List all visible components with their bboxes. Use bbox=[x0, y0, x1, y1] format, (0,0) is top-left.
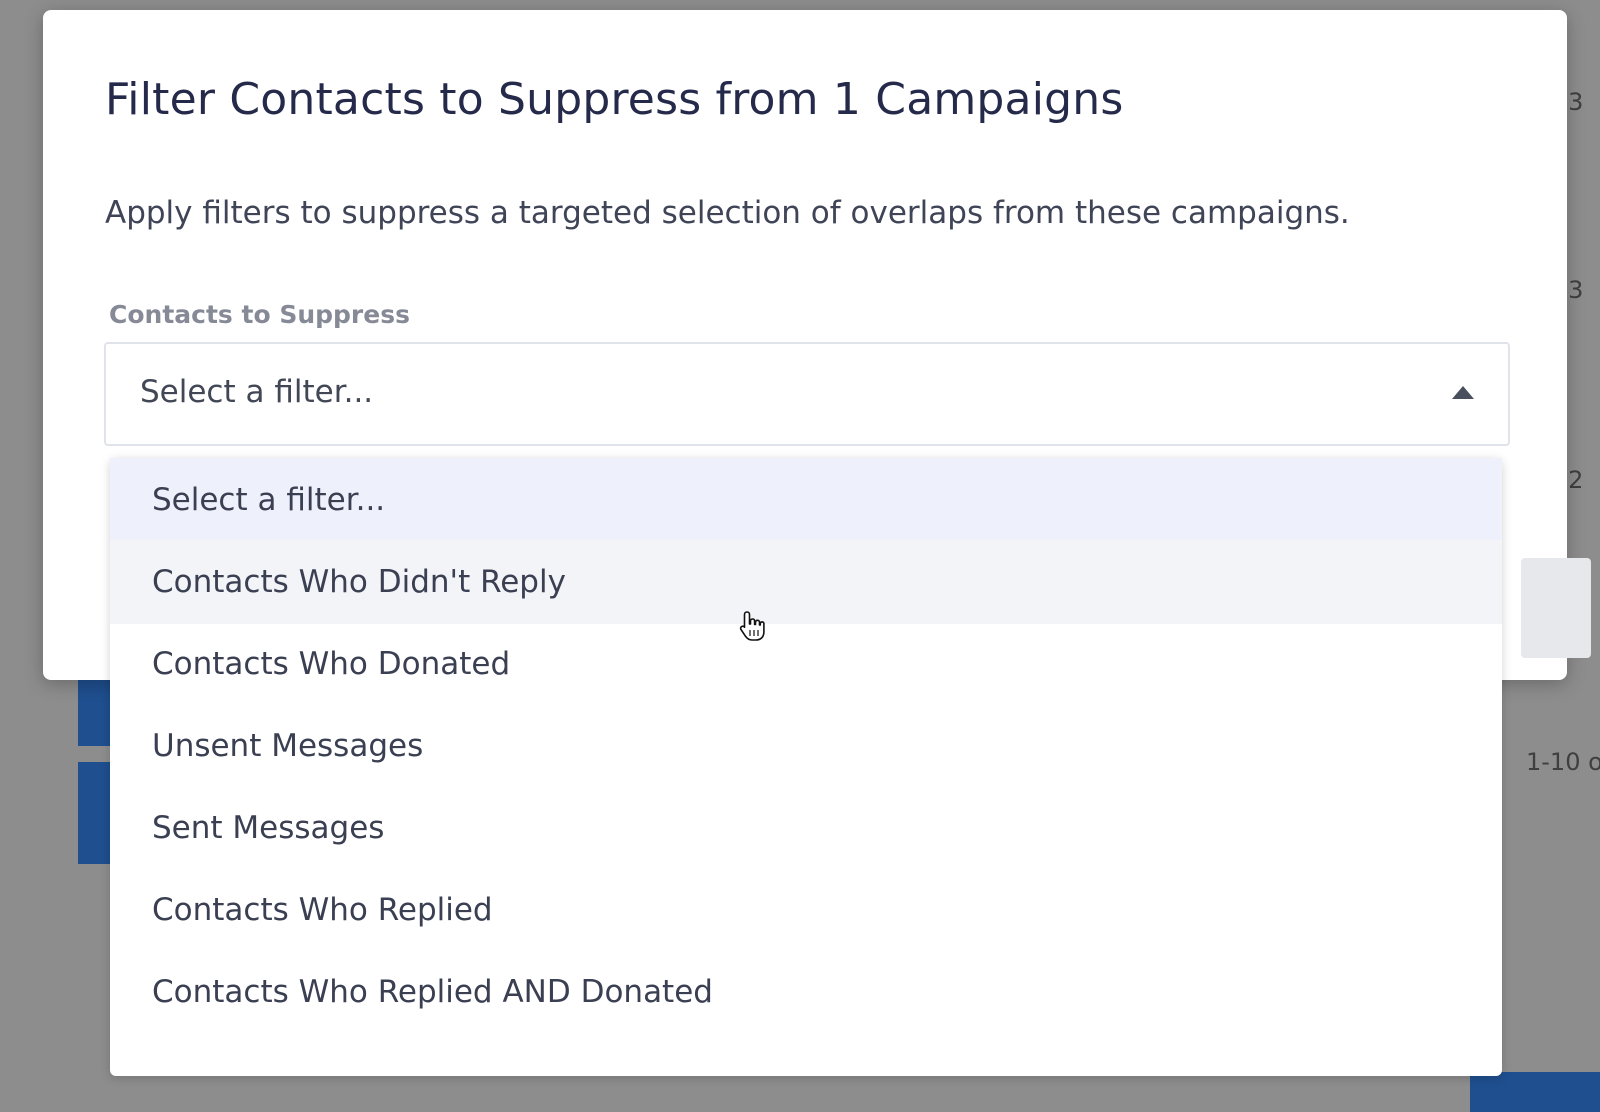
contacts-to-suppress-label: Contacts to Suppress bbox=[109, 300, 410, 329]
dropdown-option-sent-messages[interactable]: Sent Messages bbox=[110, 786, 1502, 870]
filter-select[interactable]: Select a filter... bbox=[104, 342, 1510, 446]
dropdown-option-select-a-filter[interactable]: Select a filter... bbox=[110, 458, 1502, 542]
caret-up-icon bbox=[1452, 386, 1474, 399]
filter-select-value: Select a filter... bbox=[140, 374, 374, 410]
background-pager-text: 1-10 o bbox=[1526, 748, 1600, 776]
modal-footer-button[interactable] bbox=[1521, 558, 1591, 658]
hand-pointer-cursor-icon bbox=[739, 611, 765, 641]
dropdown-option-contacts-who-replied[interactable]: Contacts Who Replied bbox=[110, 868, 1502, 952]
modal-description: Apply filters to suppress a targeted sel… bbox=[105, 195, 1350, 231]
dropdown-option-contacts-who-donated[interactable]: Contacts Who Donated bbox=[110, 622, 1502, 706]
dropdown-option-contacts-who-replied-and-donated[interactable]: Contacts Who Replied AND Donated bbox=[110, 950, 1502, 1034]
background-button bbox=[1470, 1072, 1600, 1112]
modal-title: Filter Contacts to Suppress from 1 Campa… bbox=[105, 74, 1124, 125]
filter-dropdown-menu: Select a filter... Contacts Who Didn't R… bbox=[110, 458, 1502, 1076]
background-button bbox=[78, 672, 112, 746]
dropdown-option-contacts-who-didnt-reply[interactable]: Contacts Who Didn't Reply bbox=[110, 540, 1502, 624]
dropdown-option-unsent-messages[interactable]: Unsent Messages bbox=[110, 704, 1502, 788]
background-button bbox=[78, 762, 112, 864]
